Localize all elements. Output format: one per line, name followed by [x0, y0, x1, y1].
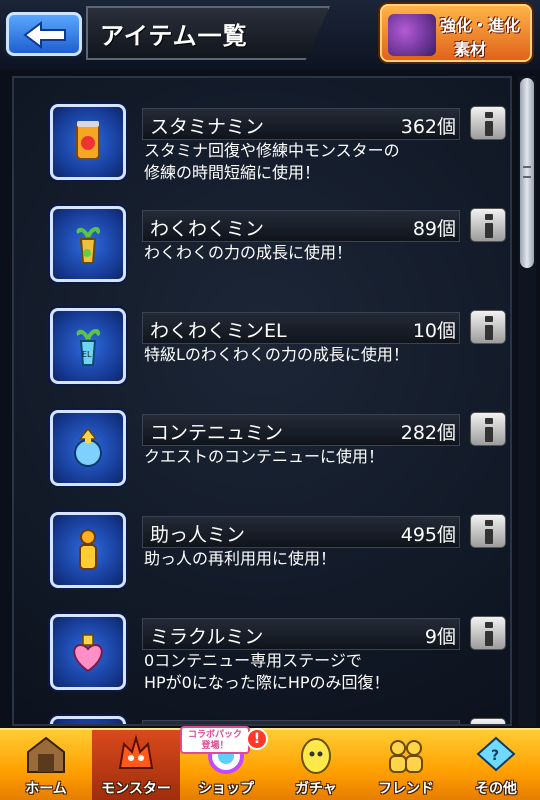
- info-icon: [485, 418, 493, 442]
- nav-label: フレンド: [378, 781, 434, 797]
- item-count: 89個: [412, 218, 456, 240]
- item-description: スタミナ回復や修練中モンスターの 修練の時間短縮に使用！: [144, 141, 400, 182]
- svg-text:EL: EL: [82, 350, 92, 359]
- nav-label: ガチャ: [295, 781, 337, 797]
- nav-label: ホーム: [25, 781, 67, 797]
- list-item: EL わくわくミンEL 10個 特級Lのわくわくの力の成長に使用！: [38, 306, 510, 406]
- list-item-partial: [38, 714, 510, 724]
- item-count: 10個: [412, 320, 456, 342]
- nav-tab-gacha[interactable]: ガチャ: [272, 730, 360, 800]
- item-name: わくわくミン: [150, 218, 265, 240]
- item-count: 282個: [400, 422, 456, 444]
- scroll-grip-icon: [523, 166, 531, 178]
- item-icon-partial: [50, 716, 126, 724]
- info-icon: [485, 622, 493, 646]
- helper-bottle-icon: [50, 512, 126, 588]
- info-button[interactable]: [470, 718, 506, 724]
- nav-label: その他: [475, 781, 517, 797]
- question-box-icon: ?: [476, 736, 516, 772]
- item-name: ミラクルミン: [150, 626, 264, 648]
- info-button[interactable]: [470, 616, 506, 650]
- list-item: コンテニュミン 282個 クエストのコンテニューに使用！: [38, 408, 510, 508]
- material-orbs-icon: [388, 14, 436, 56]
- monster-icon: [118, 734, 154, 769]
- item-name: コンテニュミン: [150, 422, 284, 444]
- item-list[interactable]: スタミナミン 362個 スタミナ回復や修練中モンスターの 修練の時間短縮に使用！…: [12, 76, 512, 726]
- badge-label-line2: 素材: [454, 40, 487, 59]
- svg-text:?: ?: [491, 748, 499, 764]
- item-description: 特級Lのわくわくの力の成長に使用！: [144, 345, 409, 364]
- info-button[interactable]: [470, 514, 506, 548]
- nav-tab-friend[interactable]: フレンド: [362, 730, 450, 800]
- list-item: わくわくミン 89個 わくわくの力の成長に使用！: [38, 204, 510, 304]
- heart-potion-icon: [50, 614, 126, 690]
- list-item: 助っ人ミン 495個 助っ人の再利用用に使用！: [38, 510, 510, 610]
- item-count: 362個: [400, 116, 456, 138]
- nav-tab-monster[interactable]: モンスター: [92, 730, 180, 800]
- list-item: スタミナミン 362個 スタミナ回復や修練中モンスターの 修練の時間短縮に使用！: [38, 102, 510, 202]
- item-description: わくわくの力の成長に使用！: [144, 243, 353, 262]
- sprout-bottle-el-icon: EL: [50, 308, 126, 384]
- item-name: スタミナミン: [150, 116, 265, 138]
- info-icon: [485, 316, 493, 340]
- nav-label: ショップ: [198, 781, 254, 797]
- back-arrow-icon: [23, 21, 66, 49]
- back-button[interactable]: [6, 12, 82, 56]
- item-description: クエストのコンテニューに使用！: [144, 447, 385, 466]
- sprout-bottle-icon: [50, 206, 126, 282]
- home-gate-icon: [27, 736, 65, 773]
- nav-tab-home[interactable]: ホーム: [2, 730, 90, 800]
- collab-pack-tag: コラボパック 登場！: [180, 726, 250, 754]
- gacha-egg-icon: [301, 738, 331, 774]
- info-button[interactable]: [470, 208, 506, 242]
- info-button[interactable]: [470, 106, 506, 140]
- info-button[interactable]: [470, 412, 506, 446]
- item-count: 495個: [400, 524, 456, 546]
- friends-icon: [389, 740, 423, 773]
- badge-label-line1: 強化・進化: [440, 16, 521, 35]
- alert-badge: !: [246, 728, 268, 750]
- continue-potion-icon: [50, 410, 126, 486]
- stamina-can-icon: [50, 104, 126, 180]
- item-name: わくわくミンEL: [150, 320, 287, 342]
- item-description: 0コンテニュー専用ステージで HPが0になった際にHPのみ回復！: [144, 651, 390, 692]
- item-count: 9個: [424, 626, 456, 648]
- info-icon: [485, 112, 493, 136]
- list-item: ミラクルミン 9個 0コンテニュー専用ステージで HPが0になった際にHPのみ回…: [38, 612, 510, 712]
- evolution-material-button[interactable]: 強化・進化 素材: [380, 4, 532, 62]
- bottom-nav: ホーム モンスター ショップ ガチャ フレンド ? その他: [0, 728, 540, 800]
- item-name: 助っ人ミン: [150, 524, 246, 546]
- info-icon: [485, 214, 493, 238]
- nav-tab-other[interactable]: ? その他: [452, 730, 540, 800]
- item-description: 助っ人の再利用用に使用！: [144, 549, 337, 568]
- info-icon: [485, 520, 493, 544]
- nav-label: モンスター: [101, 781, 171, 797]
- info-button[interactable]: [470, 310, 506, 344]
- page-title: アイテム一覧: [100, 22, 248, 50]
